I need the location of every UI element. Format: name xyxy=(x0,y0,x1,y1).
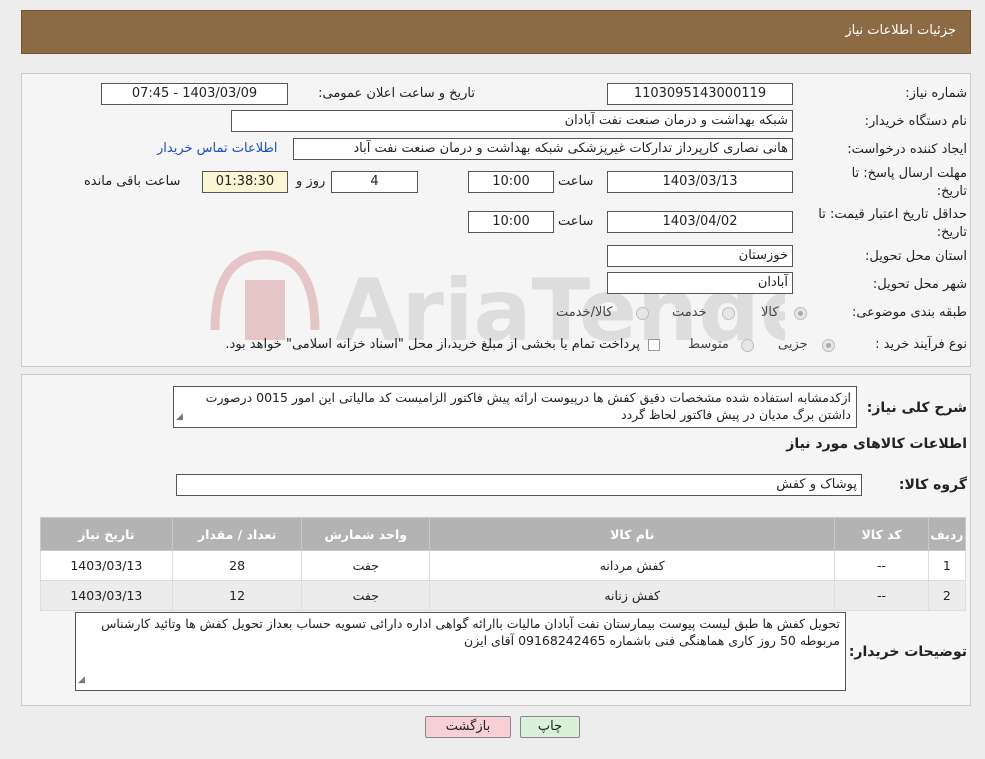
process-note: پرداخت تمام یا بخشی از مبلغ خرید،از محل … xyxy=(225,337,640,352)
category-radio-goods[interactable] xyxy=(794,307,807,320)
row-number: 2 xyxy=(927,580,967,611)
page-title: جزئیات اطلاعات نیاز xyxy=(845,23,956,38)
need-number-field: 1103095143000119 xyxy=(607,83,793,105)
buyer-notes-text: تحویل کفش ها طبق لیست پیوست بیمارستان نف… xyxy=(101,616,840,648)
province-field: خوزستان xyxy=(607,245,793,267)
item-code: -- xyxy=(834,550,929,581)
table-row: 1 -- کفش مردانه جفت 28 1403/03/13 xyxy=(40,550,967,581)
page-header: جزئیات اطلاعات نیاز xyxy=(21,10,971,54)
days-label: روز و xyxy=(296,174,326,189)
days-field: 4 xyxy=(331,171,418,193)
process-option-medium: متوسط xyxy=(688,337,729,352)
item-qty: 28 xyxy=(171,550,303,581)
col-name: نام کالا xyxy=(429,517,836,551)
goods-group-field: پوشاک و کفش xyxy=(176,474,862,496)
item-date: 1403/03/13 xyxy=(40,550,173,581)
requester-field: هانی نصاری کارپرداز تدارکات غیرپزشکی شبک… xyxy=(293,138,793,160)
item-unit: جفت xyxy=(301,550,431,581)
description-label: شرح کلی نیاز: xyxy=(866,400,967,416)
category-option-both: کالا/خدمت xyxy=(556,305,613,320)
resize-grip-icon[interactable]: ◢ xyxy=(176,409,183,426)
treasury-checkbox[interactable] xyxy=(648,339,660,351)
buyer-notes-label: توضیحات خریدار: xyxy=(848,644,967,660)
city-label: شهر محل تحویل: xyxy=(872,277,967,292)
validity-time-field: 10:00 xyxy=(468,211,554,233)
resize-grip-icon[interactable]: ◢ xyxy=(78,672,85,689)
validity-time-label: ساعت xyxy=(558,214,594,229)
deadline-label-date: تاریخ: xyxy=(936,184,967,199)
process-label: نوع فرآیند خرید : xyxy=(875,337,967,352)
province-label: استان محل تحویل: xyxy=(865,249,967,264)
item-date: 1403/03/13 xyxy=(40,580,173,611)
process-radio-medium[interactable] xyxy=(741,339,754,352)
deadline-date-field: 1403/03/13 xyxy=(607,171,793,193)
validity-label: حداقل تاریخ اعتبار قیمت: تا xyxy=(818,207,967,222)
contact-info-link[interactable]: اطلاعات تماس خریدار xyxy=(157,141,277,156)
items-table: ردیف کد کالا نام کالا واحد شمارش تعداد /… xyxy=(40,517,967,611)
item-qty: 12 xyxy=(171,580,303,611)
items-table-header: ردیف کد کالا نام کالا واحد شمارش تعداد /… xyxy=(40,517,967,551)
announce-field: 1403/03/09 - 07:45 xyxy=(101,83,288,105)
description-text: ازکدمشابه استفاده شده مشخصات دقیق کفش ها… xyxy=(205,390,851,422)
category-option-goods: کالا xyxy=(761,305,779,320)
buyer-notes-textarea[interactable]: تحویل کفش ها طبق لیست پیوست بیمارستان نف… xyxy=(75,612,846,691)
items-heading: اطلاعات کالاهای مورد نیاز xyxy=(786,436,967,452)
validity-label-date: تاریخ: xyxy=(936,225,967,240)
col-unit: واحد شمارش xyxy=(301,517,431,551)
buyer-org-field: شبکه بهداشت و درمان صنعت نفت آبادان xyxy=(231,110,793,132)
process-radio-minor[interactable] xyxy=(822,339,835,352)
city-field: آبادان xyxy=(607,272,793,294)
item-name: کفش زنانه xyxy=(429,580,836,611)
category-radio-service[interactable] xyxy=(722,307,735,320)
item-code: -- xyxy=(834,580,929,611)
description-textarea[interactable]: ازکدمشابه استفاده شده مشخصات دقیق کفش ها… xyxy=(173,386,857,428)
col-date: تاریخ نیاز xyxy=(40,517,173,551)
row-number: 1 xyxy=(927,550,967,581)
need-number-label: شماره نیاز: xyxy=(905,86,967,101)
col-code: کد کالا xyxy=(834,517,929,551)
requester-label: ایجاد کننده درخواست: xyxy=(847,142,967,157)
process-option-minor: جزیی xyxy=(778,337,808,352)
item-name: کفش مردانه xyxy=(429,550,836,581)
remaining-label: ساعت باقی مانده xyxy=(84,174,181,189)
print-button[interactable]: چاپ xyxy=(520,716,580,738)
goods-group-label: گروه کالا: xyxy=(898,477,967,493)
col-qty: تعداد / مقدار xyxy=(171,517,303,551)
deadline-label: مهلت ارسال پاسخ: تا xyxy=(851,166,967,181)
announce-label: تاریخ و ساعت اعلان عمومی: xyxy=(318,86,475,101)
item-unit: جفت xyxy=(301,580,431,611)
remaining-time-field: 01:38:30 xyxy=(202,171,288,193)
category-label: طبقه بندی موضوعی: xyxy=(851,305,967,320)
validity-date-field: 1403/04/02 xyxy=(607,211,793,233)
deadline-time-field: 10:00 xyxy=(468,171,554,193)
items-table-wrap: ردیف کد کالا نام کالا واحد شمارش تعداد /… xyxy=(40,517,967,611)
table-row: 2 -- کفش زنانه جفت 12 1403/03/13 xyxy=(40,580,967,611)
category-option-service: خدمت xyxy=(672,305,707,320)
deadline-time-label: ساعت xyxy=(558,174,594,189)
col-row: ردیف xyxy=(927,517,967,551)
buyer-org-label: نام دستگاه خریدار: xyxy=(864,114,967,129)
category-radio-both[interactable] xyxy=(636,307,649,320)
back-button[interactable]: بازگشت xyxy=(425,716,511,738)
